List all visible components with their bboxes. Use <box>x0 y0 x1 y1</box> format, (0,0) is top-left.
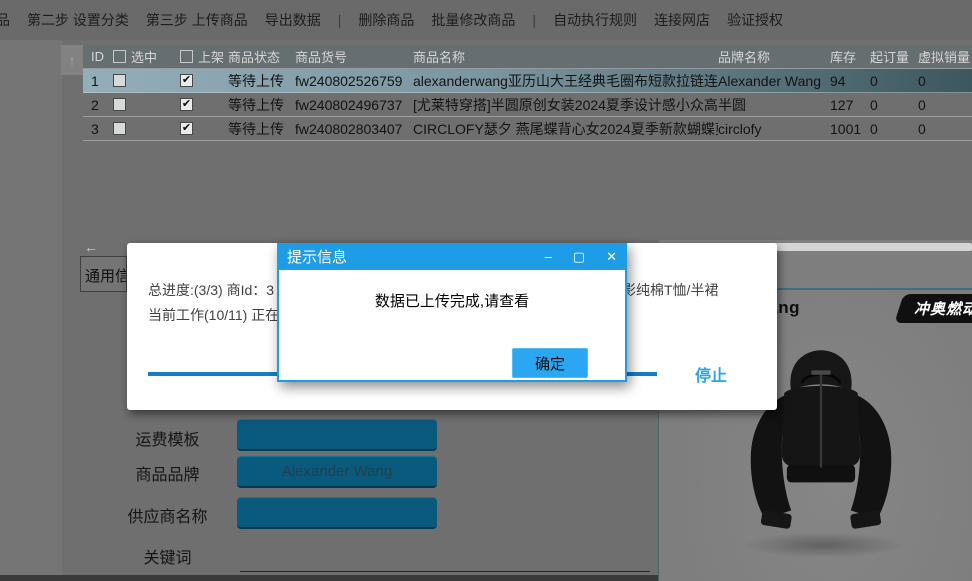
cell-status: 等待上传 <box>228 71 295 91</box>
cell-virtual-sales: 0 <box>918 97 972 113</box>
stop-link[interactable]: 停止 <box>695 362 727 386</box>
table-header-row: ID 选中 上架 商品状态 商品货号 商品名称 品牌名称 库存 起订量 虚拟销量 <box>83 45 972 69</box>
header-status[interactable]: 商品状态 <box>228 47 295 66</box>
up-arrow-icon: ↑ <box>69 53 76 68</box>
dialog-message: 数据已上传完成,请查看 <box>279 290 625 311</box>
cell-stock: 127 <box>830 97 870 113</box>
menu-item-upload-products[interactable]: 第三步 上传商品 <box>146 10 248 30</box>
cell-sku: fw240802496737 <box>295 97 413 113</box>
close-icon[interactable]: ✕ <box>606 250 617 263</box>
menu-item-auto-rules[interactable]: 自动执行规则 <box>553 10 637 30</box>
cell-moq: 0 <box>870 73 918 89</box>
cell-brand: Alexander Wang <box>718 73 830 89</box>
header-moq[interactable]: 起订量 <box>870 47 918 66</box>
progress-total-text: 总进度:(3/3) 商Id：3 商 <box>148 280 292 300</box>
header-sku[interactable]: 商品货号 <box>295 47 413 66</box>
supplier-input[interactable] <box>237 497 437 529</box>
ok-button[interactable]: 确定 <box>512 348 588 378</box>
tab-general-info[interactable]: 通用信息 <box>80 256 127 292</box>
checkbox-icon[interactable] <box>180 50 193 63</box>
cell-brand: 半圆 <box>718 95 830 115</box>
cell-id: 3 <box>83 121 113 137</box>
header-brand[interactable]: 品牌名称 <box>718 47 830 66</box>
header-selected[interactable]: 选中 <box>113 47 180 66</box>
row-select-checkbox[interactable] <box>113 74 126 87</box>
product-table: ID 选中 上架 商品状态 商品货号 商品名称 品牌名称 库存 起订量 虚拟销量… <box>83 45 972 141</box>
row-listed-checkbox[interactable]: ✔ <box>180 122 193 135</box>
cell-stock: 94 <box>830 73 870 89</box>
menu-separator: | <box>532 12 536 28</box>
row-select-checkbox[interactable] <box>113 122 126 135</box>
scroll-up-button[interactable]: ↑ <box>61 45 83 75</box>
table-row[interactable]: 1 ✔ 等待上传 fw240802526759 alexanderwang亚历山… <box>83 69 972 93</box>
cell-virtual-sales: 0 <box>918 121 972 137</box>
checkbox-icon[interactable] <box>113 50 126 63</box>
menu-item-batch-edit[interactable]: 批量修改商品 <box>431 10 515 30</box>
header-name[interactable]: 商品名称 <box>413 47 718 66</box>
cell-name: [尤莱特穿搭]半圆原创女装2024夏季设计感小众高 <box>413 95 718 115</box>
promo-badge-label: 冲奥燃动 <box>914 298 972 319</box>
left-panel <box>0 40 62 581</box>
header-listed-label: 上架 <box>198 47 224 66</box>
brand-label: 商品品牌 <box>95 461 240 485</box>
supplier-label: 供应商名称 <box>95 503 240 527</box>
table-row[interactable]: 2 ✔ 等待上传 fw240802496737 [尤莱特穿搭]半圆原创女装202… <box>83 93 972 117</box>
dialog-title: 提示信息 <box>287 246 347 267</box>
cell-moq: 0 <box>870 97 918 113</box>
menu-item[interactable]: 品 <box>0 10 10 30</box>
minimize-icon[interactable]: – <box>545 250 552 263</box>
shipping-template-input[interactable] <box>237 419 437 451</box>
menu-item-verify-auth[interactable]: 验证授权 <box>727 10 783 30</box>
cell-brand: circlofy <box>718 121 830 137</box>
brand-input[interactable]: Alexander Wang <box>237 456 437 488</box>
cell-sku: fw240802526759 <box>295 73 413 89</box>
header-selected-label: 选中 <box>131 47 157 66</box>
menu-separator: | <box>338 12 342 28</box>
row-listed-checkbox[interactable]: ✔ <box>180 98 193 111</box>
cell-status: 等待上传 <box>228 119 295 139</box>
cell-stock: 1001 <box>830 121 870 137</box>
cell-id: 2 <box>83 97 113 113</box>
cell-name: CIRCLOFY瑟夕 燕尾蝶背心女2024夏季新款蝴蝶剪 <box>413 119 718 139</box>
table-row[interactable]: 3 ✔ 等待上传 fw240802803407 CIRCLOFY瑟夕 燕尾蝶背心… <box>83 117 972 141</box>
back-arrow-icon[interactable]: ← <box>84 239 98 255</box>
keywords-label: 关键词 <box>95 544 240 568</box>
bottom-edge <box>0 575 658 581</box>
progress-total-text-tail: 影纯棉T恤/半裙 <box>622 280 718 300</box>
header-id[interactable]: ID <box>83 49 113 64</box>
cell-moq: 0 <box>870 121 918 137</box>
toolbar: 品 第二步 设置分类 第三步 上传商品 导出数据 | 删除商品 批量修改商品 |… <box>0 0 972 40</box>
menu-item-delete-products[interactable]: 删除商品 <box>358 10 414 30</box>
header-virtual-sales[interactable]: 虚拟销量 <box>918 47 972 66</box>
cell-id: 1 <box>83 73 113 89</box>
row-listed-checkbox[interactable]: ✔ <box>180 74 193 87</box>
maximize-icon[interactable]: ▢ <box>573 250 585 263</box>
cell-sku: fw240802803407 <box>295 121 413 137</box>
promo-badge: 冲奥燃动 <box>894 294 972 323</box>
cell-status: 等待上传 <box>228 95 295 115</box>
menu-item-connect-store[interactable]: 连接网店 <box>654 10 710 30</box>
menu-item-set-category[interactable]: 第二步 设置分类 <box>27 10 129 30</box>
progress-current-text: 当前工作(10/11) 正在上 <box>148 305 293 325</box>
header-stock[interactable]: 库存 <box>830 47 870 66</box>
cell-virtual-sales: 0 <box>918 73 972 89</box>
keywords-input[interactable] <box>240 571 650 572</box>
dialog-body: 数据已上传完成,请查看 确定 <box>277 270 627 382</box>
shipping-template-label: 运费模板 <box>95 426 240 450</box>
header-listed[interactable]: 上架 <box>180 47 228 66</box>
row-select-checkbox[interactable] <box>113 98 126 111</box>
menu-item-export-data[interactable]: 导出数据 <box>265 10 321 30</box>
cell-name: alexanderwang亚历山大王经典毛圈布短款拉链连 <box>413 71 718 91</box>
message-dialog: 提示信息 – ▢ ✕ 数据已上传完成,请查看 确定 <box>277 243 627 382</box>
